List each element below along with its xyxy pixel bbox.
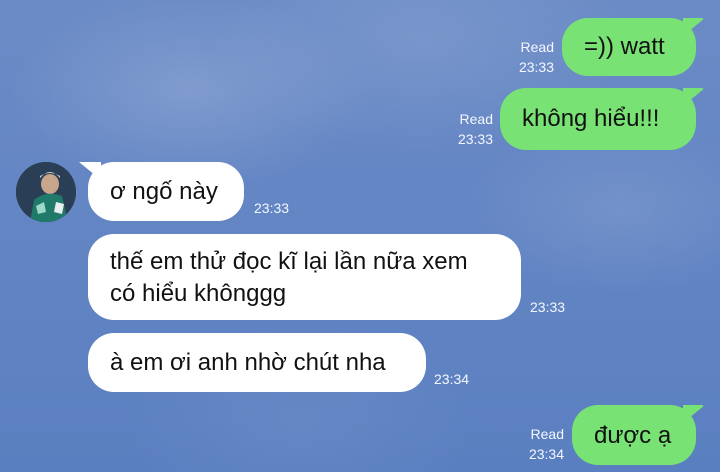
message-text: ơ ngố này xyxy=(110,178,218,205)
incoming-message-bubble[interactable]: thế em thử đọc kĩ lại lần nữa xem có hiể… xyxy=(88,234,521,320)
message-time: 23:33 xyxy=(457,131,493,147)
outgoing-message-bubble[interactable]: được ạ xyxy=(572,405,696,465)
chat-area: Read 23:33 =)) watt Read 23:33 không hiể… xyxy=(0,0,720,472)
outgoing-message-bubble[interactable]: =)) watt xyxy=(562,18,696,76)
message-meta: Read 23:33 xyxy=(508,37,554,77)
message-text-line: có hiểu khônggg xyxy=(110,280,287,307)
message-time: 23:33 xyxy=(254,200,290,216)
read-status: Read xyxy=(520,39,554,55)
message-time: 23:33 xyxy=(518,59,554,75)
incoming-message-bubble[interactable]: à em ơi anh nhờ chút nha xyxy=(88,333,426,392)
outgoing-message-bubble[interactable]: không hiểu!!! xyxy=(500,88,696,150)
message-text: được ạ xyxy=(594,422,672,449)
contact-avatar[interactable] xyxy=(16,162,76,222)
message-time: 23:34 xyxy=(434,371,470,387)
read-status: Read xyxy=(459,111,493,127)
message-text: =)) watt xyxy=(584,33,665,60)
message-meta: Read 23:33 xyxy=(447,109,493,149)
read-status: Read xyxy=(530,426,564,442)
message-time: 23:34 xyxy=(528,446,564,462)
incoming-message-bubble[interactable]: ơ ngố này xyxy=(88,162,244,221)
message-text: à em ơi anh nhờ chút nha xyxy=(110,349,386,376)
message-text-line: thế em thử đọc kĩ lại lần nữa xem xyxy=(110,248,468,275)
message-text: không hiểu!!! xyxy=(522,105,660,132)
message-time: 23:33 xyxy=(530,299,566,315)
message-meta: Read 23:34 xyxy=(518,424,564,464)
avatar-photo-icon xyxy=(16,162,76,222)
